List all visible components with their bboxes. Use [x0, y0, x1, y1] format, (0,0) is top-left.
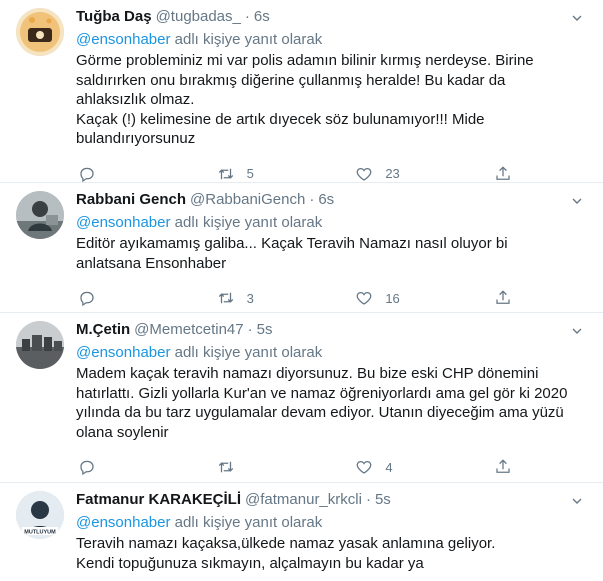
display-name[interactable]: Rabbani Gench	[76, 191, 186, 208]
like-count: 16	[385, 290, 400, 306]
avatar[interactable]	[16, 8, 64, 56]
share-button[interactable]	[492, 163, 516, 185]
avatar-logo-text: MUTLUYUM	[24, 530, 56, 536]
tweet-actions: 3 16	[76, 287, 516, 309]
more-options-button[interactable]	[565, 489, 589, 513]
reply-context-label: adlı kişiye yanıt olarak	[170, 214, 323, 231]
retweet-count: 5	[246, 166, 254, 181]
tweet-actions: 5 23	[76, 163, 516, 185]
tweet-paragraph: Madem kaçak teravih namazı diyorsunuz. B…	[76, 365, 568, 441]
tweet-text: Teravih namazı kaçaksa,ülkede namaz yasa…	[76, 534, 589, 573]
chevron-down-icon	[572, 198, 582, 204]
timestamp[interactable]: 5s	[257, 321, 273, 338]
tweet-text: Madem kaçak teravih namazı diyorsunuz. B…	[76, 364, 589, 442]
tweet[interactable]: M.Çetin @Memetcetin47 · 5s @ensonhaber a…	[0, 313, 603, 483]
share-icon	[492, 163, 514, 185]
retweet-button[interactable]: 5	[215, 163, 325, 185]
reply-button[interactable]	[76, 456, 186, 478]
mention-link[interactable]: @ensonhaber	[76, 31, 170, 48]
retweet-button[interactable]	[215, 456, 325, 478]
more-options-button[interactable]	[565, 189, 589, 213]
share-button[interactable]	[492, 456, 516, 478]
avatar-image: MUTLUYUM	[16, 491, 64, 539]
reply-icon	[76, 456, 98, 478]
like-count: 23	[385, 166, 400, 181]
tweet[interactable]: Tuğba Daş @tugbadas_ · 6s @ensonhaber ad…	[0, 0, 603, 183]
more-options-button[interactable]	[565, 319, 589, 343]
separator-dot: ·	[309, 191, 315, 208]
more-options-button[interactable]	[565, 6, 589, 30]
tweet[interactable]: MUTLUYUM Fatmanur KARAKEÇİLİ @fatmanur_k…	[0, 483, 603, 581]
like-button[interactable]: 16	[353, 287, 463, 309]
like-count: 4	[385, 459, 393, 475]
share-icon	[492, 456, 514, 478]
avatar-image	[16, 8, 64, 56]
tweet-paragraph: Görme probleminiz mi var polis adamın bi…	[76, 52, 534, 108]
retweet-button[interactable]: 3	[215, 287, 325, 309]
user-handle[interactable]: @tugbadas_	[156, 8, 241, 25]
user-handle[interactable]: @Memetcetin47	[134, 321, 243, 338]
chevron-down-icon	[572, 328, 582, 334]
avatar[interactable]	[16, 321, 64, 369]
chevron-down-icon	[572, 15, 582, 21]
heart-icon	[353, 456, 375, 478]
heart-icon	[353, 287, 375, 309]
reply-context: @ensonhaber adlı kişiye yanıt olarak	[76, 513, 589, 533]
user-handle[interactable]: @fatmanur_krkcli	[245, 491, 362, 508]
avatar-image	[16, 321, 64, 369]
tweet[interactable]: Rabbani Gench @RabbaniGench · 6s @ensonh…	[0, 183, 603, 313]
timestamp[interactable]: 5s	[375, 491, 391, 508]
chevron-down-icon	[572, 498, 582, 504]
avatar-image	[16, 191, 64, 239]
timestamp[interactable]: 6s	[254, 8, 270, 25]
like-button[interactable]: 23	[353, 163, 463, 185]
avatar[interactable]: MUTLUYUM	[16, 491, 64, 539]
reply-context-label: adlı kişiye yanıt olarak	[170, 514, 323, 531]
retweet-count: 3	[246, 290, 254, 306]
heart-icon	[353, 163, 375, 185]
mention-link[interactable]: @ensonhaber	[76, 514, 170, 531]
reply-context-label: adlı kişiye yanıt olarak	[170, 344, 323, 361]
tweet-paragraph: Teravih namazı kaçaksa,ülkede namaz yasa…	[76, 535, 496, 552]
reply-icon	[76, 163, 98, 185]
reply-context: @ensonhaber adlı kişiye yanıt olarak	[76, 213, 589, 233]
tweet-paragraph: Kaçak (!) kelimesine de artık dıyecek sö…	[76, 110, 485, 148]
share-icon	[492, 287, 514, 309]
display-name[interactable]: M.Çetin	[76, 321, 130, 338]
mention-link[interactable]: @ensonhaber	[76, 344, 170, 361]
tweet-text: Editör ayıkamamış galiba... Kaçak Teravi…	[76, 234, 589, 273]
reply-context-label: adlı kişiye yanıt olarak	[170, 31, 323, 48]
avatar[interactable]	[16, 191, 64, 239]
display-name[interactable]: Tuğba Daş	[76, 8, 152, 25]
reply-button[interactable]	[76, 287, 186, 309]
user-handle[interactable]: @RabbaniGench	[190, 191, 305, 208]
separator-dot: ·	[244, 8, 250, 25]
timestamp[interactable]: 6s	[318, 191, 334, 208]
reply-icon	[76, 287, 98, 309]
tweet-paragraph: Kendi topuğunuza sıkmayın, alçalmayın bu…	[76, 554, 424, 572]
display-name[interactable]: Fatmanur KARAKEÇİLİ	[76, 491, 241, 508]
tweet-actions: 4	[76, 456, 516, 478]
reply-button[interactable]	[76, 163, 186, 185]
mention-link[interactable]: @ensonhaber	[76, 214, 170, 231]
reply-context: @ensonhaber adlı kişiye yanıt olarak	[76, 343, 589, 363]
reply-feed: Tuğba Daş @tugbadas_ · 6s @ensonhaber ad…	[0, 0, 603, 581]
retweet-icon	[215, 456, 237, 478]
separator-dot: ·	[247, 321, 253, 338]
separator-dot: ·	[365, 491, 371, 508]
tweet-paragraph: Editör ayıkamamış galiba... Kaçak Teravi…	[76, 235, 508, 272]
share-button[interactable]	[492, 287, 516, 309]
retweet-icon	[215, 287, 237, 309]
reply-context: @ensonhaber adlı kişiye yanıt olarak	[76, 30, 589, 50]
retweet-icon	[215, 163, 237, 185]
like-button[interactable]: 4	[353, 456, 463, 478]
tweet-text: Görme probleminiz mi var polis adamın bi…	[76, 51, 589, 149]
